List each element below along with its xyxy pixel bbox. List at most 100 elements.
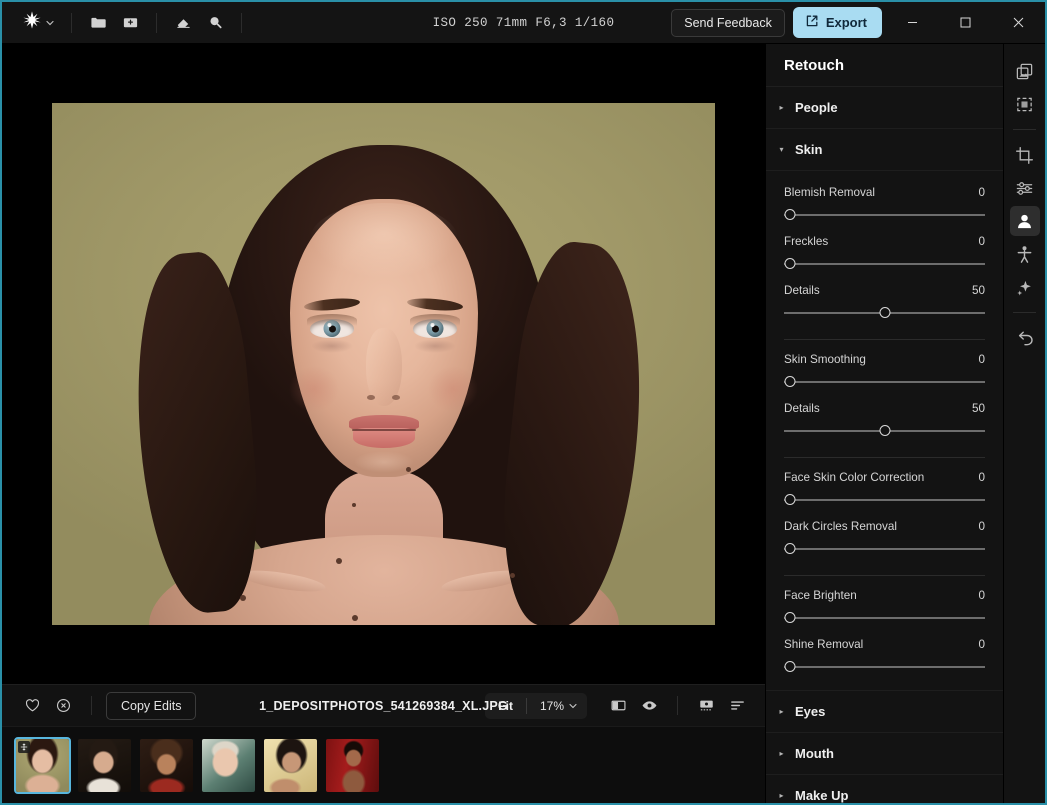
section-skin[interactable]: ▾ Skin xyxy=(766,129,1003,171)
slider-details-2: Details 50 xyxy=(784,391,985,440)
slider-track-area[interactable] xyxy=(784,658,985,676)
tool-rail xyxy=(1003,44,1045,803)
zoom-controls: Fit 17% xyxy=(485,692,587,719)
chevron-right-icon: ▸ xyxy=(779,103,784,112)
slider-knob[interactable] xyxy=(784,543,796,554)
titlebar-right-actions: Send Feedback Export xyxy=(671,3,1045,43)
chevron-down-icon: ▾ xyxy=(779,145,784,154)
lips xyxy=(348,415,419,449)
app-window: ISO 250 71mm F6,3 1/160 Send Feedback Ex… xyxy=(0,0,1047,805)
section-mouth[interactable]: ▸ Mouth xyxy=(766,733,1003,775)
slider-track-area[interactable] xyxy=(784,609,985,627)
sort-lines-icon[interactable] xyxy=(723,692,751,720)
thumbnail-3[interactable] xyxy=(138,737,195,794)
open-folder-icon[interactable] xyxy=(83,10,113,36)
slider-track-area[interactable] xyxy=(784,255,985,273)
slider-track-area[interactable] xyxy=(784,373,985,391)
person-portrait-icon[interactable] xyxy=(1009,206,1040,236)
chin-highlight xyxy=(353,451,414,473)
panel-title: Retouch xyxy=(766,44,1003,87)
slider-value: 0 xyxy=(978,638,985,651)
panel-scroll-area[interactable]: ▸ People ▾ Skin Blemish Removal 0 Freckl… xyxy=(766,87,1003,803)
slider-knob[interactable] xyxy=(879,307,890,318)
slider-skin-smoothing: Skin Smoothing 0 xyxy=(784,342,985,391)
slider-face-brighten: Face Brighten 0 xyxy=(784,578,985,627)
layers-icon[interactable] xyxy=(1010,56,1040,86)
send-feedback-button[interactable]: Send Feedback xyxy=(671,8,785,37)
circle-x-icon[interactable] xyxy=(49,692,77,720)
slider-track-area[interactable] xyxy=(784,422,985,440)
bottom-right-actions: Fit 17% xyxy=(485,692,765,720)
section-make-up[interactable]: ▸ Make Up xyxy=(766,775,1003,803)
chevron-right-icon: ▸ xyxy=(779,791,784,800)
slider-track-area[interactable] xyxy=(784,304,985,322)
export-button[interactable]: Export xyxy=(792,7,882,38)
section-people[interactable]: ▸ People xyxy=(766,87,1003,129)
slider-knob[interactable] xyxy=(879,425,890,436)
slider-knob[interactable] xyxy=(784,612,796,623)
slider-value: 0 xyxy=(978,353,985,366)
thumbnail-2[interactable] xyxy=(76,737,133,794)
slider-track-area[interactable] xyxy=(784,540,985,558)
slider-value: 50 xyxy=(971,402,985,415)
slider-label: Shine Removal xyxy=(784,638,864,651)
section-skin-label: Skin xyxy=(795,142,823,157)
slider-track-area[interactable] xyxy=(784,206,985,224)
thumbnail-6[interactable] xyxy=(324,737,381,794)
eye-preview-icon[interactable] xyxy=(635,692,663,720)
heart-icon[interactable] xyxy=(18,692,46,720)
slider-label: Details xyxy=(784,402,820,415)
rail-divider-1 xyxy=(1013,129,1036,130)
filmstrip[interactable] xyxy=(2,726,765,803)
eraser-icon[interactable] xyxy=(168,10,198,36)
image-canvas[interactable] xyxy=(2,44,765,684)
slider-freckles: Freckles 0 xyxy=(784,224,985,273)
slider-knob[interactable] xyxy=(784,494,796,505)
selection-mask-icon[interactable] xyxy=(1010,89,1040,119)
minimize-icon[interactable] xyxy=(890,3,935,43)
slider-group-divider-2 xyxy=(784,457,985,458)
filmstrip-toggle-icon[interactable] xyxy=(692,692,720,720)
cheek-left xyxy=(288,365,340,413)
export-button-label: Export xyxy=(825,15,867,30)
thumbnail-5[interactable] xyxy=(262,737,319,794)
thumbnail-4[interactable] xyxy=(200,737,257,794)
current-filename: 1_DEPOSITPHOTOS_541269384_XL.JPG xyxy=(259,698,508,713)
slider-track-area[interactable] xyxy=(784,491,985,509)
external-link-icon xyxy=(805,14,819,31)
zoom-icon[interactable] xyxy=(200,10,230,36)
zoom-level-dropdown[interactable]: 17% xyxy=(527,693,587,719)
app-logo-menu[interactable] xyxy=(16,7,60,38)
adjustments-sliders-icon[interactable] xyxy=(1010,173,1040,203)
fit-button[interactable]: Fit xyxy=(485,693,526,719)
slider-track xyxy=(784,214,985,216)
editor-column: Copy Edits 1_DEPOSITPHOTOS_541269384_XL.… xyxy=(2,44,765,803)
section-eyes-label: Eyes xyxy=(795,704,826,719)
undo-icon[interactable] xyxy=(1010,323,1040,353)
close-icon[interactable] xyxy=(996,3,1041,43)
maximize-icon[interactable] xyxy=(943,3,988,43)
slider-knob[interactable] xyxy=(784,258,796,269)
bottom-left-actions: Copy Edits xyxy=(2,691,197,720)
section-people-label: People xyxy=(795,100,838,115)
slider-label: Skin Smoothing xyxy=(784,353,866,366)
slider-knob[interactable] xyxy=(784,376,796,387)
slider-label: Dark Circles Removal xyxy=(784,520,898,533)
eye-right xyxy=(410,314,460,338)
thumbnail-1[interactable] xyxy=(14,736,71,794)
magic-sparkle-icon[interactable] xyxy=(1010,272,1040,302)
main-area: Copy Edits 1_DEPOSITPHOTOS_541269384_XL.… xyxy=(2,44,1045,803)
toolbar-divider-2 xyxy=(156,12,157,33)
add-image-icon[interactable] xyxy=(115,10,145,36)
slider-value: 0 xyxy=(978,186,985,199)
copy-edits-button[interactable]: Copy Edits xyxy=(106,691,197,720)
crop-icon[interactable] xyxy=(1010,140,1040,170)
compare-split-icon[interactable] xyxy=(604,692,632,720)
rail-divider-2 xyxy=(1013,312,1036,313)
section-eyes[interactable]: ▸ Eyes xyxy=(766,691,1003,733)
slider-knob[interactable] xyxy=(784,209,796,220)
mole-chest-2 xyxy=(240,595,246,601)
slider-knob[interactable] xyxy=(784,661,796,672)
body-icon[interactable] xyxy=(1010,239,1040,269)
slider-face-skin-color-correction: Face Skin Color Correction 0 xyxy=(784,460,985,509)
